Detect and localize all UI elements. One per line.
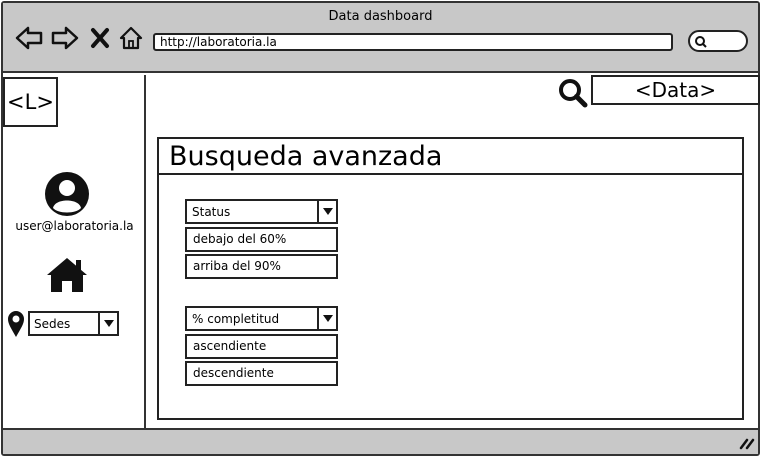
completion-select[interactable]: % completitud: [185, 306, 338, 331]
panel-title: Busqueda avanzada: [157, 137, 744, 175]
back-icon[interactable]: [14, 24, 44, 52]
logo[interactable]: <L>: [3, 77, 58, 127]
search-small-icon: [695, 36, 707, 48]
resize-grip-icon[interactable]: [737, 434, 755, 450]
chevron-down-icon[interactable]: [317, 201, 336, 222]
status-bar: [3, 428, 758, 454]
sidebar: [3, 75, 146, 428]
sedes-select-value: Sedes: [34, 317, 71, 331]
browser-search-field[interactable]: [688, 30, 748, 52]
forward-icon[interactable]: [50, 24, 80, 52]
sedes-select[interactable]: Sedes: [28, 311, 119, 336]
close-icon[interactable]: [87, 24, 113, 52]
data-header-label: <Data>: [591, 75, 760, 105]
window-title: Data dashboard: [328, 9, 433, 24]
avatar: [43, 170, 91, 218]
status-option[interactable]: debajo del 60%: [185, 227, 338, 252]
status-select[interactable]: Status: [185, 199, 338, 224]
sort-option[interactable]: ascendiente: [185, 334, 338, 359]
chevron-down-icon[interactable]: [98, 313, 117, 334]
status-select-value: Status: [192, 205, 231, 219]
url-field[interactable]: http://laboratoria.la: [153, 33, 673, 51]
home-nav-icon[interactable]: [116, 24, 146, 52]
user-email: user@laboratoria.la: [15, 219, 134, 233]
location-pin-icon: [7, 310, 25, 338]
status-option[interactable]: arriba del 90%: [185, 254, 338, 279]
home-icon[interactable]: [45, 256, 89, 294]
user-icon: [45, 172, 89, 216]
completion-select-value: % completitud: [192, 312, 280, 326]
chevron-down-icon[interactable]: [317, 308, 336, 329]
search-icon[interactable]: [558, 78, 588, 108]
sort-option[interactable]: descendiente: [185, 361, 338, 386]
